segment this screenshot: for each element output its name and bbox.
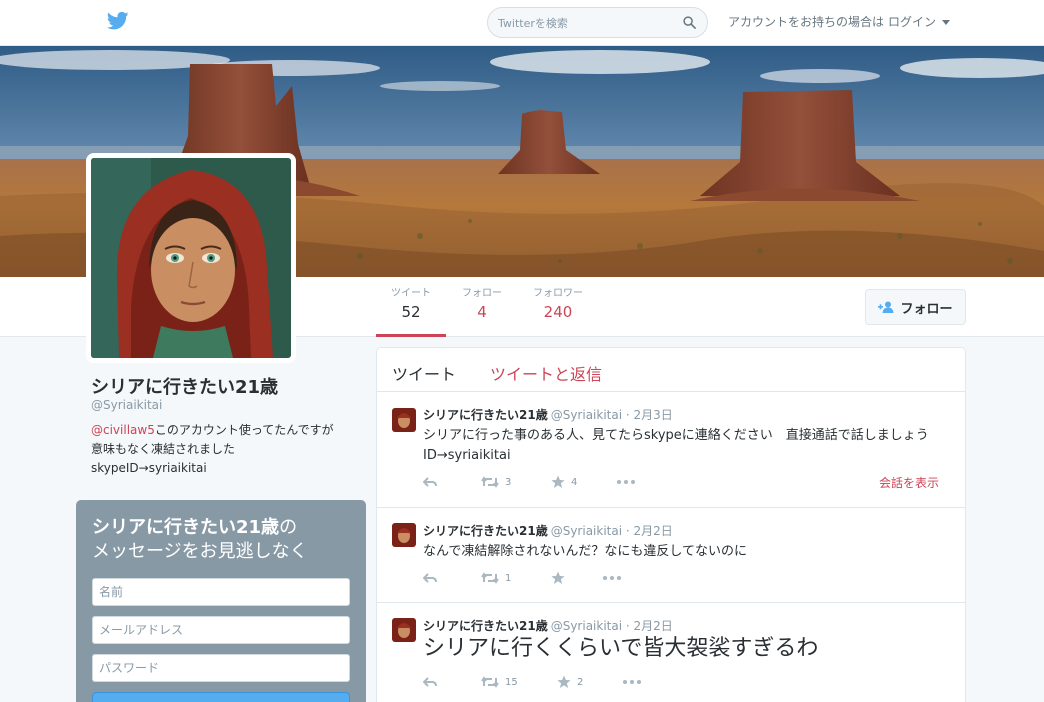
profile-name[interactable]: シリアに行きたい21歳 <box>91 373 278 399</box>
search-input[interactable] <box>498 14 678 32</box>
signup-title-line2: メッセージをお見逃しなく <box>92 541 308 562</box>
favorite-count: 4 <box>571 476 578 488</box>
avatar[interactable] <box>86 153 296 363</box>
profile-handle[interactable]: @Syriaikitai <box>91 398 162 412</box>
stat-value: 240 <box>543 303 573 321</box>
timeline: ツイート ツイートと返信 シリアに行きたい21歳 @Syriaikitai · 2… <box>376 347 966 702</box>
tweet-date[interactable]: · 2月2日 <box>626 619 673 633</box>
more-icon[interactable] <box>617 474 635 490</box>
tweet-author-handle[interactable]: @Syriaikitai <box>551 524 622 538</box>
follow-button-label: フォロー <box>900 301 953 317</box>
top-bar: アカウントをお持ちの場合は ログイン <box>0 0 1044 46</box>
stat-value: 4 <box>477 303 487 321</box>
search-icon[interactable] <box>683 16 696 29</box>
bio-line-2: 意味もなく凍結されました <box>91 442 236 456</box>
signup-button[interactable] <box>92 692 350 702</box>
tab-tweets[interactable]: ツイート <box>392 361 456 385</box>
view-conversation-link[interactable]: 会話を表示 <box>879 474 939 491</box>
stat-tweets[interactable]: ツイート 52 <box>376 287 446 337</box>
more-icon[interactable] <box>603 570 621 586</box>
bio-line-3: skypeID→syriaikitai <box>91 461 207 475</box>
search-box[interactable] <box>487 7 708 38</box>
retweet-icon[interactable]: 3 <box>481 474 511 490</box>
bio-line-1: このアカウント使ってたんですが <box>154 423 334 437</box>
tweet-actions: 1 <box>423 570 953 586</box>
login-prompt: アカウントをお持ちの場合は ログイン <box>728 12 951 30</box>
stat-value: 52 <box>401 303 421 321</box>
stat-label: ツイート <box>391 288 431 299</box>
tweet-header: シリアに行きたい21歳 @Syriaikitai · 2月2日 <box>423 617 673 634</box>
signup-title: シリアに行きたい21歳の メッセージをお見逃しなく <box>92 516 308 564</box>
password-field[interactable] <box>92 654 350 682</box>
tweet-item[interactable]: シリアに行きたい21歳 @Syriaikitai · 2月2日 なんで凍結解除され… <box>377 508 965 603</box>
chevron-down-icon[interactable] <box>942 19 951 25</box>
signup-box: シリアに行きたい21歳の メッセージをお見逃しなく <box>76 500 366 702</box>
tweet-date[interactable]: · 2月3日 <box>626 408 673 422</box>
tweet-avatar[interactable] <box>392 618 416 642</box>
follow-button[interactable]: フォロー <box>865 289 966 325</box>
tweet-author-handle[interactable]: @Syriaikitai <box>551 619 622 633</box>
tweet-header: シリアに行きたい21歳 @Syriaikitai · 2月2日 <box>423 522 673 539</box>
tweet-actions: 15 2 <box>423 674 953 690</box>
tweet-item[interactable]: シリアに行きたい21歳 @Syriaikitai · 2月3日 シリアに行った事の… <box>377 392 965 508</box>
tweet-author-handle[interactable]: @Syriaikitai <box>551 408 622 422</box>
tweet-author-name[interactable]: シリアに行きたい21歳 <box>423 524 548 538</box>
email-field[interactable] <box>92 616 350 644</box>
retweet-icon[interactable]: 15 <box>481 674 518 690</box>
twitter-bird-icon[interactable] <box>107 11 129 31</box>
tweet-actions: 3 4 会話を表示 <box>423 474 953 490</box>
retweet-count: 1 <box>505 572 512 584</box>
tweet-date[interactable]: · 2月2日 <box>626 524 673 538</box>
tweet-avatar[interactable] <box>392 523 416 547</box>
stat-followers[interactable]: フォロワー 240 <box>520 287 596 337</box>
more-icon[interactable] <box>623 674 641 690</box>
reply-icon[interactable] <box>423 474 437 490</box>
tweet-text: シリアに行った事のある人、見てたらskypeに連絡ください 直接通話で話しましょ… <box>423 428 942 463</box>
timeline-tabs: ツイート ツイートと返信 <box>377 348 965 392</box>
tab-tweets-and-replies[interactable]: ツイートと返信 <box>490 361 602 385</box>
login-link[interactable]: ログイン <box>888 13 936 30</box>
retweet-icon[interactable]: 1 <box>481 570 511 586</box>
login-prompt-text: アカウントをお持ちの場合は <box>728 14 885 29</box>
bio-mention-link[interactable]: @civillaw5 <box>91 423 155 437</box>
reply-icon[interactable] <box>423 674 437 690</box>
tweet-header: シリアに行きたい21歳 @Syriaikitai · 2月3日 <box>423 406 673 423</box>
tweet-text: なんで凍結解除されないんだ？なにも違反してないのに <box>423 544 747 559</box>
favorite-icon[interactable]: 4 <box>551 474 577 490</box>
tweet-author-name[interactable]: シリアに行きたい21歳 <box>423 408 548 422</box>
stat-following[interactable]: フォロー 4 <box>450 287 514 337</box>
tweet-text: シリアに行くくらいで皆大袈裟すぎるわ <box>423 636 819 661</box>
signup-title-suffix: の <box>279 517 298 538</box>
favorite-icon[interactable] <box>551 570 571 586</box>
favorite-icon[interactable]: 2 <box>557 674 583 690</box>
stat-label: フォロー <box>462 288 502 299</box>
favorite-count: 2 <box>577 676 584 688</box>
tweet-author-name[interactable]: シリアに行きたい21歳 <box>423 619 548 633</box>
retweet-count: 3 <box>505 476 512 488</box>
tweet-item[interactable]: シリアに行きたい21歳 @Syriaikitai · 2月2日 シリアに行くくらい… <box>377 603 965 702</box>
retweet-count: 15 <box>505 676 518 688</box>
signup-title-name: シリアに行きたい21歳 <box>92 517 280 538</box>
add-user-icon <box>878 301 894 313</box>
name-field[interactable] <box>92 578 350 606</box>
reply-icon[interactable] <box>423 570 437 586</box>
stat-label: フォロワー <box>533 288 583 299</box>
profile-bio: @civillaw5このアカウント使ってたんですが 意味もなく凍結されました s… <box>91 421 361 478</box>
tweet-avatar[interactable] <box>392 408 416 432</box>
